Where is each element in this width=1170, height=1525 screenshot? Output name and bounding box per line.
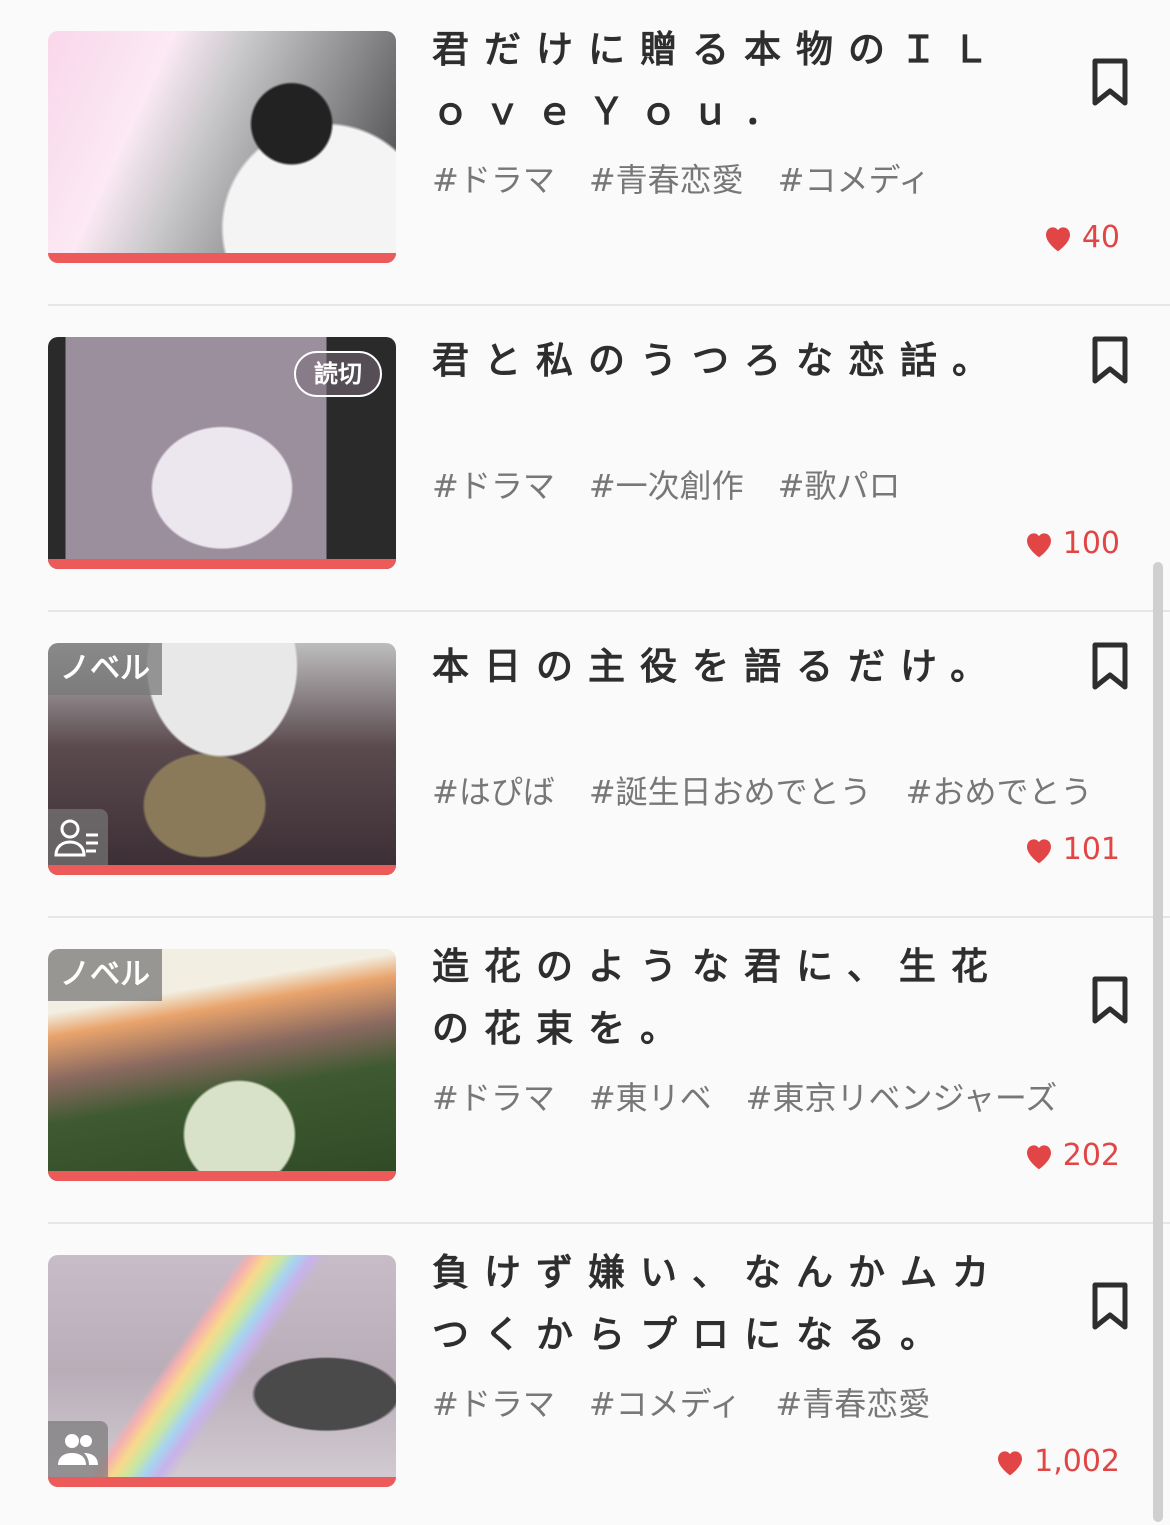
tag[interactable]: #青春恋愛 — [775, 1379, 930, 1425]
work-list: 君だけに贈る本物のＩＬｏｖｅＹｏｕ． #ドラマ #青春恋愛 #コメディ 40 読… — [0, 0, 1170, 1525]
heart-icon — [1026, 532, 1051, 557]
accent-bar — [48, 1171, 396, 1181]
bookmark-icon[interactable] — [1090, 976, 1130, 1024]
heart-icon — [1045, 226, 1070, 251]
work-title[interactable]: 君だけに贈る本物のＩＬｏｖｅＹｏｕ． — [432, 18, 1042, 142]
tag[interactable]: #歌パロ — [778, 461, 901, 507]
like-count-value: 100 — [1062, 526, 1120, 561]
tag-list: #ドラマ #青春恋愛 #コメディ — [432, 155, 930, 201]
accent-bar — [48, 253, 396, 263]
thumbnail[interactable] — [48, 1255, 396, 1487]
like-count-value: 202 — [1062, 1138, 1120, 1173]
heart-icon — [1026, 1144, 1051, 1169]
list-item[interactable]: 君だけに贈る本物のＩＬｏｖｅＹｏｕ． #ドラマ #青春恋愛 #コメディ 40 — [0, 0, 1170, 306]
list-item[interactable]: 負けず嫌い、なんかムカつくからプロになる。 #ドラマ #コメディ #青春恋愛 1… — [0, 1224, 1170, 1525]
like-count: 1,002 — [994, 1444, 1120, 1479]
tag[interactable]: #誕生日おめでとう — [589, 767, 872, 813]
tag[interactable]: #おめでとう — [906, 767, 1093, 813]
heart-icon — [998, 1450, 1023, 1475]
work-title[interactable]: 負けず嫌い、なんかムカつくからプロになる。 — [432, 1242, 1042, 1366]
tag[interactable]: #ドラマ — [432, 1073, 555, 1119]
list-item[interactable]: ノベル 本日の主役を語るだけ。 #はぴば #誕生日おめでとう #おめでとう 10… — [0, 612, 1170, 918]
tag[interactable]: #ドラマ — [432, 155, 555, 201]
tag-list: #ドラマ #東リベ #東京リベンジャーズ — [432, 1073, 1057, 1119]
bookmark-icon[interactable] — [1090, 58, 1130, 106]
tag[interactable]: #コメディ — [589, 1379, 742, 1425]
tag-list: #ドラマ #コメディ #青春恋愛 — [432, 1379, 930, 1425]
tag[interactable]: #ドラマ — [432, 461, 555, 507]
accent-bar — [48, 559, 396, 569]
tag[interactable]: #青春恋愛 — [589, 155, 744, 201]
bookmark-icon[interactable] — [1090, 1282, 1130, 1330]
like-count-value: 40 — [1081, 220, 1120, 255]
tag[interactable]: #一次創作 — [589, 461, 744, 507]
work-title[interactable]: 造花のような君に、生花の花束を。 — [432, 936, 1042, 1060]
heart-icon — [1026, 838, 1051, 863]
like-count: 100 — [1023, 526, 1120, 561]
list-item[interactable]: 読切 君と私のうつろな恋話。 #ドラマ #一次創作 #歌パロ 100 — [0, 306, 1170, 612]
scrollbar[interactable] — [1153, 562, 1163, 1522]
work-title[interactable]: 君と私のうつろな恋話。 — [432, 330, 1042, 392]
accent-bar — [48, 1477, 396, 1487]
work-title[interactable]: 本日の主役を語るだけ。 — [432, 636, 1042, 698]
tag[interactable]: #はぴば — [432, 767, 555, 813]
thumbnail-image — [48, 31, 396, 263]
group-icon — [48, 1421, 108, 1477]
tag-list: #はぴば #誕生日おめでとう #おめでとう — [432, 767, 1092, 813]
tag[interactable]: #東京リベンジャーズ — [746, 1073, 1058, 1119]
tag[interactable]: #コメディ — [778, 155, 931, 201]
like-count-value: 1,002 — [1034, 1444, 1120, 1479]
novel-badge: ノベル — [48, 949, 162, 1001]
thumbnail[interactable] — [48, 31, 396, 263]
list-item[interactable]: ノベル 造花のような君に、生花の花束を。 #ドラマ #東リベ #東京リベンジャー… — [0, 918, 1170, 1224]
thumbnail[interactable]: 読切 — [48, 337, 396, 569]
novel-badge: ノベル — [48, 643, 162, 695]
person-list-icon — [48, 809, 108, 865]
like-count: 40 — [1042, 220, 1120, 255]
like-count: 101 — [1023, 832, 1120, 867]
accent-bar — [48, 865, 396, 875]
tag-list: #ドラマ #一次創作 #歌パロ — [432, 461, 900, 507]
oneshot-badge: 読切 — [294, 351, 382, 397]
like-count-value: 101 — [1062, 832, 1120, 867]
bookmark-icon[interactable] — [1090, 642, 1130, 690]
thumbnail[interactable]: ノベル — [48, 949, 396, 1181]
bookmark-icon[interactable] — [1090, 336, 1130, 384]
like-count: 202 — [1023, 1138, 1120, 1173]
tag[interactable]: #ドラマ — [432, 1379, 555, 1425]
tag[interactable]: #東リベ — [589, 1073, 712, 1119]
thumbnail[interactable]: ノベル — [48, 643, 396, 875]
